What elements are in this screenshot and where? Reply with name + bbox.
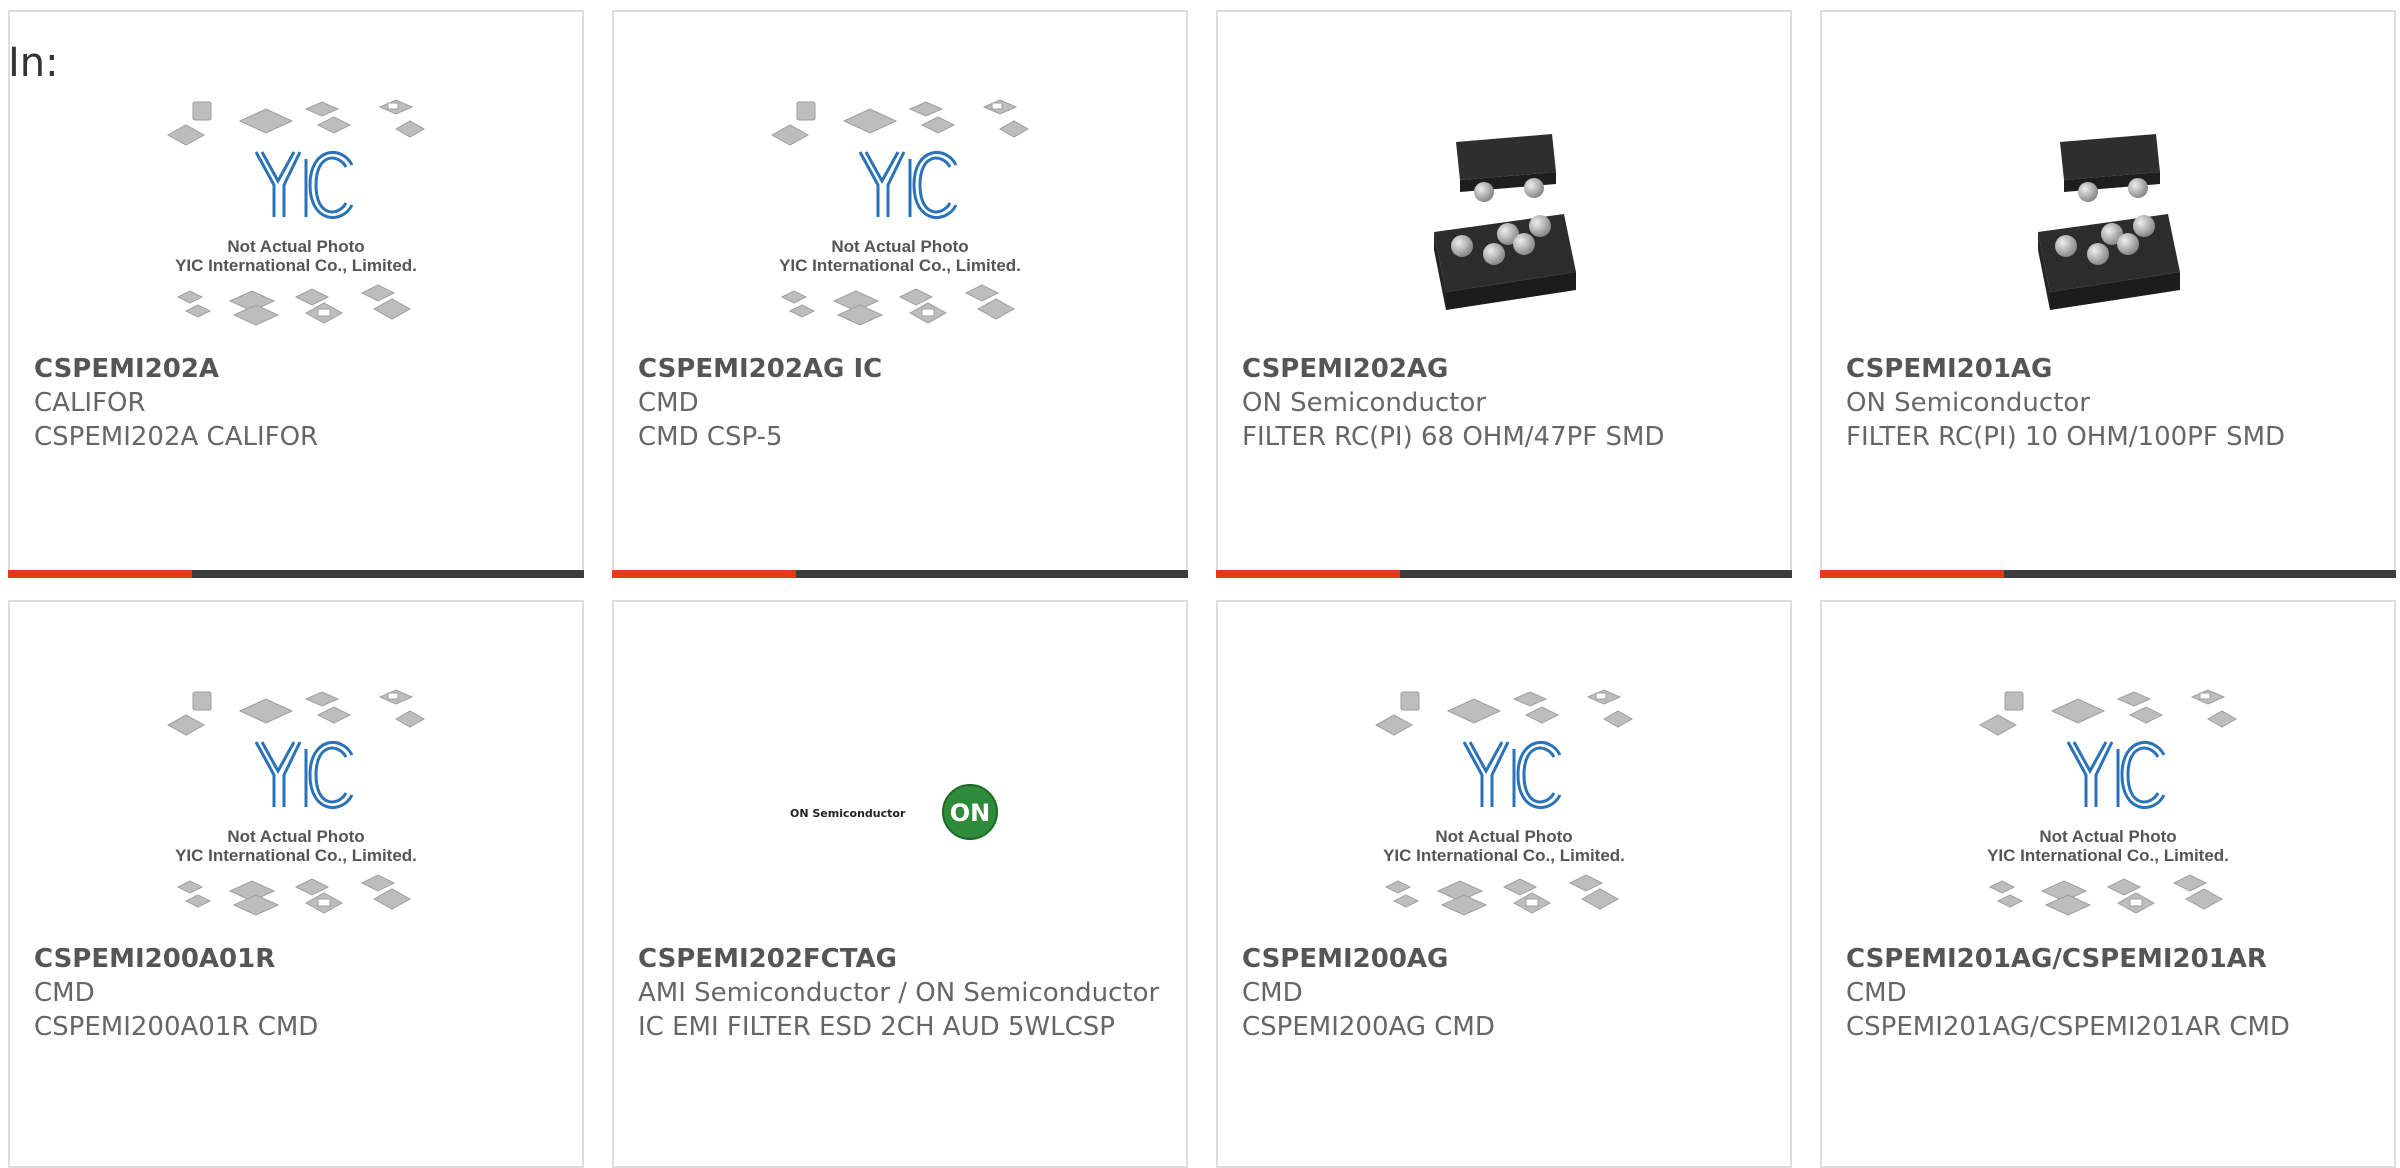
not-actual-photo-placeholder: Not Actual Photo YIC International Co., … (166, 689, 426, 916)
part-number[interactable]: CSPEMI200AG (1242, 942, 1766, 976)
product-image[interactable]: Not Actual Photo YIC International Co., … (10, 92, 582, 352)
on-logo-text: ON Semiconductor (790, 807, 906, 820)
description: CSPEMI200A01R CMD (34, 1012, 319, 1042)
description: CSPEMI201AG/CSPEMI201AR CMD (1846, 1012, 2290, 1042)
description: CSPEMI202A CALIFOR (34, 422, 319, 452)
placeholder-line-2: YIC International Co., Limited. (175, 846, 417, 865)
card-footer-accent (1820, 570, 2004, 578)
not-actual-photo-placeholder: Not Actual Photo YIC International Co., … (1978, 689, 2238, 916)
not-actual-photo-placeholder: Not Actual Photo YIC International Co., … (166, 99, 426, 326)
csp-chip-photo (1434, 134, 1576, 310)
description: FILTER RC(PI) 68 OHM/47PF SMD (1242, 422, 1665, 452)
not-actual-photo-placeholder: Not Actual Photo YIC International Co., … (1374, 689, 1634, 916)
product-card[interactable]: Not Actual Photo YIC International Co., … (612, 10, 1188, 578)
card-footer-bar (1216, 570, 1792, 578)
on-logo-mark: ON (950, 799, 991, 827)
search-scope-label: In: (8, 40, 59, 86)
placeholder-line-1: Not Actual Photo (227, 827, 364, 846)
placeholder-line-1: Not Actual Photo (1435, 827, 1572, 846)
part-number[interactable]: CSPEMI201AG/CSPEMI201AR (1846, 942, 2370, 976)
manufacturer: ON Semiconductor (1846, 388, 2090, 418)
placeholder-line-2: YIC International Co., Limited. (1987, 846, 2229, 865)
not-actual-photo-placeholder: Not Actual Photo YIC International Co., … (770, 99, 1030, 326)
product-image[interactable]: ON Semiconductor ON (614, 682, 1186, 942)
manufacturer: CMD (638, 388, 699, 418)
description: CMD CSP-5 (638, 422, 783, 452)
product-image[interactable]: Not Actual Photo YIC International Co., … (1822, 682, 2394, 942)
placeholder-line-1: Not Actual Photo (2039, 827, 2176, 846)
part-number[interactable]: CSPEMI200A01R (34, 942, 558, 976)
part-number[interactable]: CSPEMI202AG IC (638, 352, 1162, 386)
manufacturer: ON Semiconductor (1242, 388, 1486, 418)
csp-chip-photo (2038, 134, 2180, 310)
description: IC EMI FILTER ESD 2CH AUD 5WLCSP (638, 1012, 1115, 1042)
card-footer-bar (8, 570, 584, 578)
product-image[interactable]: Not Actual Photo YIC International Co., … (10, 682, 582, 942)
placeholder-line-2: YIC International Co., Limited. (175, 256, 417, 275)
manufacturer: CMD (34, 978, 95, 1008)
manufacturer: CALIFOR (34, 388, 146, 418)
card-footer-accent (612, 570, 796, 578)
product-card[interactable]: Not Actual Photo YIC International Co., … (1216, 600, 1792, 1168)
product-card[interactable]: ON Semiconductor ON CSPEMI202FCTAG AMI S… (612, 600, 1188, 1168)
description: CSPEMI200AG CMD (1242, 1012, 1495, 1042)
product-card[interactable]: Not Actual Photo YIC International Co., … (1820, 600, 2396, 1168)
placeholder-line-1: Not Actual Photo (831, 237, 968, 256)
product-image[interactable] (1822, 92, 2394, 352)
manufacturer: CMD (1242, 978, 1303, 1008)
card-footer-bar (612, 570, 1188, 578)
part-number[interactable]: CSPEMI202A (34, 352, 558, 386)
card-footer-bar (1820, 570, 2396, 578)
manufacturer: CMD (1846, 978, 1907, 1008)
placeholder-line-2: YIC International Co., Limited. (779, 256, 1021, 275)
product-card[interactable]: CSPEMI201AG ON Semiconductor FILTER RC(P… (1820, 10, 2396, 578)
part-number[interactable]: CSPEMI202FCTAG (638, 942, 1162, 976)
product-card[interactable]: Not Actual Photo YIC International Co., … (8, 10, 584, 578)
product-image[interactable] (1218, 92, 1790, 352)
card-footer-accent (1216, 570, 1400, 578)
card-footer-accent (8, 570, 192, 578)
product-image[interactable]: Not Actual Photo YIC International Co., … (1218, 682, 1790, 942)
on-semiconductor-logo: ON Semiconductor ON (790, 784, 998, 840)
product-card[interactable]: CSPEMI202AG ON Semiconductor FILTER RC(P… (1216, 10, 1792, 578)
manufacturer: AMI Semiconductor / ON Semiconductor (638, 978, 1160, 1008)
part-number[interactable]: CSPEMI202AG (1242, 352, 1766, 386)
part-number[interactable]: CSPEMI201AG (1846, 352, 2370, 386)
product-card[interactable]: Not Actual Photo YIC International Co., … (8, 600, 584, 1168)
product-image[interactable]: Not Actual Photo YIC International Co., … (614, 92, 1186, 352)
description: FILTER RC(PI) 10 OHM/100PF SMD (1846, 422, 2286, 452)
placeholder-line-1: Not Actual Photo (227, 237, 364, 256)
placeholder-line-2: YIC International Co., Limited. (1383, 846, 1625, 865)
